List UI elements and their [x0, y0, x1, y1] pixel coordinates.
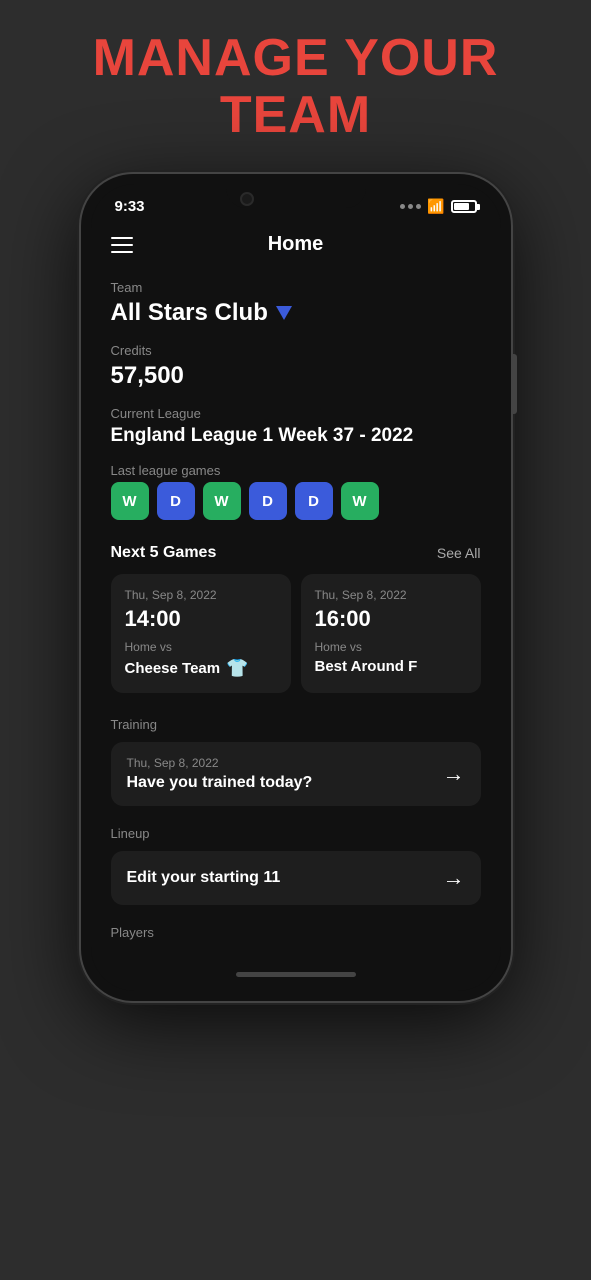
- team-section: Team All Stars Club: [111, 280, 481, 327]
- badge-d3: D: [295, 482, 333, 520]
- next-games-section: Next 5 Games See All Thu, Sep 8, 2022 14…: [111, 544, 481, 693]
- training-card-content: Thu, Sep 8, 2022 Have you trained today?: [127, 756, 313, 792]
- last-games-label: Last league games: [111, 463, 481, 478]
- next-games-header: Next 5 Games See All: [111, 544, 481, 562]
- content-area: Team All Stars Club Credits 57,500 Curre…: [91, 270, 501, 964]
- training-question: Have you trained today?: [127, 774, 313, 792]
- credits-label: Credits: [111, 343, 481, 358]
- players-label: Players: [111, 925, 481, 940]
- training-card[interactable]: Thu, Sep 8, 2022 Have you trained today?…: [111, 742, 481, 806]
- credits-value: 57,500: [111, 362, 481, 390]
- lineup-text: Edit your starting 11: [127, 869, 281, 887]
- game-card-2-team-name: Best Around F: [315, 658, 418, 675]
- nav-title: Home: [268, 233, 324, 256]
- status-icons: 📶: [400, 198, 476, 215]
- credits-section: Credits 57,500: [111, 343, 481, 390]
- battery-icon: [451, 200, 477, 213]
- badge-w2: W: [203, 482, 241, 520]
- phone-screen: 9:33 📶 Home Team: [91, 184, 501, 991]
- shirt-icon-1: 👕: [226, 658, 248, 679]
- game-card-1-time: 14:00: [125, 606, 277, 632]
- league-name: England League 1 Week 37 - 2022: [111, 425, 481, 447]
- lineup-label: Lineup: [111, 826, 481, 841]
- badge-w1: W: [111, 482, 149, 520]
- battery-fill: [454, 203, 469, 210]
- filter-icon[interactable]: [276, 306, 292, 320]
- team-label: Team: [111, 280, 481, 295]
- see-all-link[interactable]: See All: [437, 545, 481, 561]
- badge-d1: D: [157, 482, 195, 520]
- league-section: Current League England League 1 Week 37 …: [111, 406, 481, 447]
- last-games-section: Last league games W D W D D W: [111, 463, 481, 520]
- league-label: Current League: [111, 406, 481, 421]
- wifi-icon: 📶: [427, 198, 444, 215]
- title-line1: MANAGE YOUR: [93, 29, 499, 87]
- game-card-1-vs: Home vs: [125, 640, 277, 654]
- badge-w3: W: [341, 482, 379, 520]
- title-line2: TEAM: [220, 86, 371, 144]
- badge-d2: D: [249, 482, 287, 520]
- game-card-2[interactable]: Thu, Sep 8, 2022 16:00 Home vs Best Arou…: [301, 574, 481, 693]
- lineup-card[interactable]: Edit your starting 11 →: [111, 851, 481, 905]
- lineup-section: Lineup Edit your starting 11 →: [111, 826, 481, 905]
- game-card-2-team: Best Around F: [315, 658, 467, 675]
- games-row: W D W D D W: [111, 482, 481, 520]
- game-card-2-date: Thu, Sep 8, 2022: [315, 588, 467, 602]
- status-time: 9:33: [115, 198, 145, 215]
- game-card-2-time: 16:00: [315, 606, 467, 632]
- training-date: Thu, Sep 8, 2022: [127, 756, 313, 770]
- game-card-1-date: Thu, Sep 8, 2022: [125, 588, 277, 602]
- training-arrow-icon: →: [443, 761, 465, 787]
- home-bar: [236, 972, 356, 977]
- game-card-1-team: Cheese Team 👕: [125, 658, 277, 679]
- game-card-2-vs: Home vs: [315, 640, 467, 654]
- signal-dots: [400, 204, 421, 209]
- phone-shell: 9:33 📶 Home Team: [81, 174, 511, 1001]
- games-cards: Thu, Sep 8, 2022 14:00 Home vs Cheese Te…: [111, 574, 481, 693]
- training-section: Training Thu, Sep 8, 2022 Have you train…: [111, 717, 481, 806]
- camera-dot: [240, 192, 254, 206]
- next-games-title: Next 5 Games: [111, 544, 217, 562]
- game-card-1[interactable]: Thu, Sep 8, 2022 14:00 Home vs Cheese Te…: [111, 574, 291, 693]
- team-name: All Stars Club: [111, 299, 268, 327]
- training-label: Training: [111, 717, 481, 732]
- hamburger-button[interactable]: [111, 237, 133, 253]
- team-name-row: All Stars Club: [111, 299, 481, 327]
- lineup-arrow-icon: →: [443, 865, 465, 891]
- players-section: Players: [111, 925, 481, 940]
- top-nav: Home: [91, 223, 501, 270]
- game-card-1-team-name: Cheese Team: [125, 660, 221, 677]
- home-indicator-area: [91, 964, 501, 991]
- page-title: MANAGE YOUR TEAM: [93, 30, 499, 144]
- notch: [226, 184, 366, 208]
